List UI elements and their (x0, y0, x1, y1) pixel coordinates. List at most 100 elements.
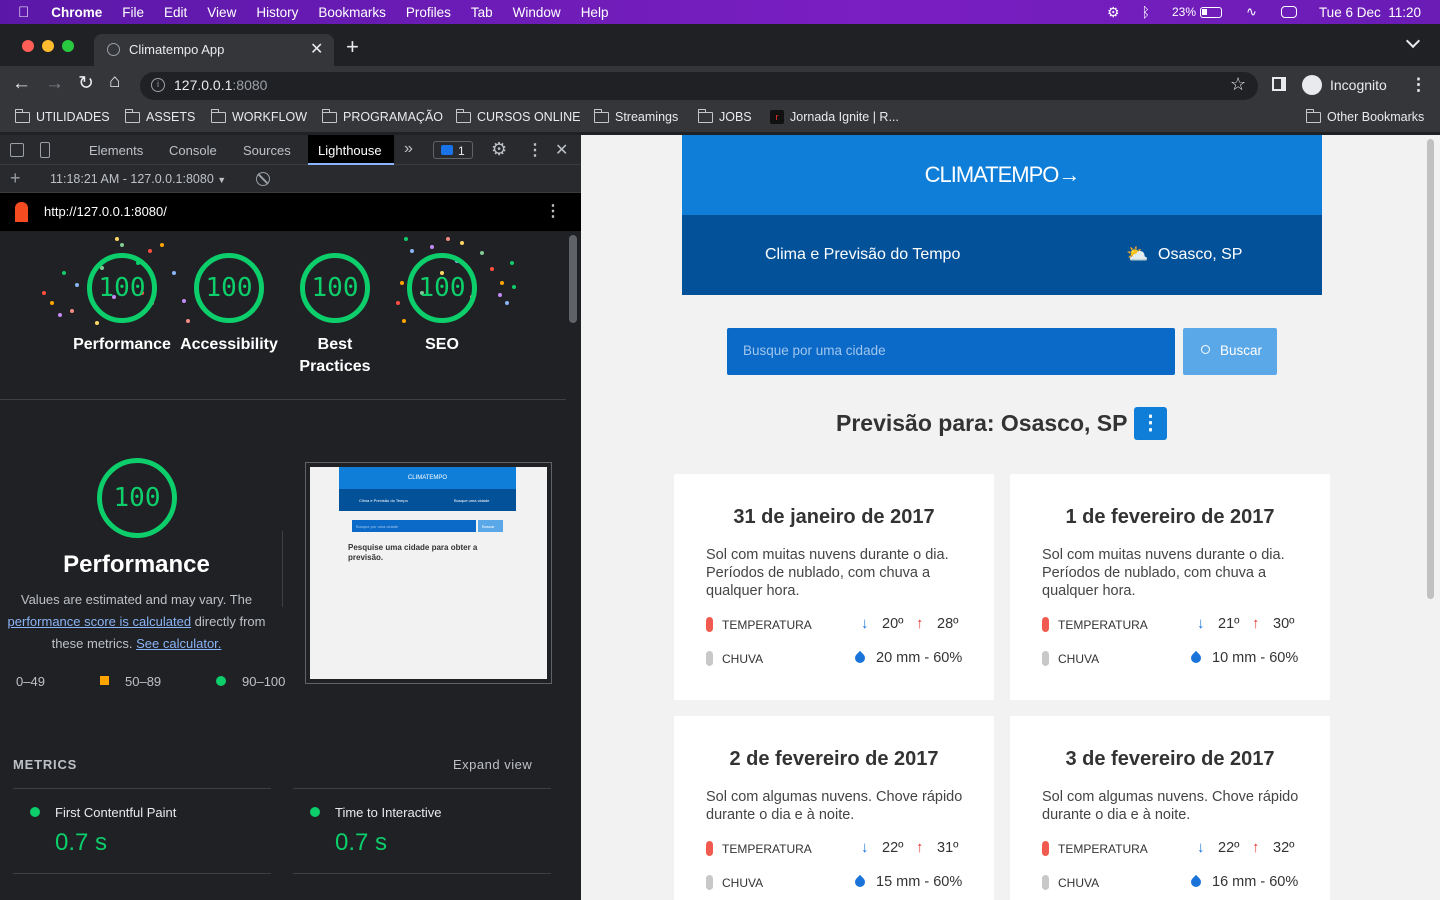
confetti-dot (70, 309, 74, 313)
close-window-button[interactable] (22, 40, 34, 52)
menu-view[interactable]: View (207, 5, 236, 20)
devtools-tab-sources[interactable]: Sources (243, 143, 291, 158)
zoom-window-button[interactable] (62, 40, 74, 52)
profile-label[interactable]: Incognito (1330, 77, 1387, 93)
report-selector[interactable]: 11:18:21 AM - 127.0.0.1:8080 ▼ (50, 172, 226, 186)
incognito-avatar-icon[interactable] (1302, 75, 1322, 95)
chrome-menu-icon[interactable]: ⋮ (1410, 75, 1427, 95)
menu-profiles[interactable]: Profiles (406, 5, 451, 20)
thumb-header: CLIMATEMPO (339, 467, 516, 489)
report-url[interactable]: http://127.0.0.1:8080/ (44, 204, 167, 219)
nav-title[interactable]: Clima e Previsão do Tempo (765, 246, 960, 264)
url-host: 127.0.0.1 (174, 77, 233, 93)
bookmark-folder[interactable]: Streamings (593, 108, 678, 124)
desc-text: Values are estimated and may vary. The (20, 592, 253, 607)
rain-indicator (1042, 875, 1049, 890)
climatempo-logo[interactable]: CLIMATEMPO→ (682, 162, 1322, 188)
gauge-best-practices[interactable]: 100 (300, 253, 370, 323)
bookmark-folder[interactable]: ASSETS (124, 108, 195, 124)
bookmark-folder[interactable]: UTILIDADES (14, 108, 110, 124)
menu-window[interactable]: Window (513, 5, 561, 20)
apple-icon[interactable]:  (18, 4, 29, 21)
menubar-app-name[interactable]: Chrome (51, 5, 102, 20)
menu-edit[interactable]: Edit (164, 5, 187, 20)
more-tabs-icon[interactable]: » (404, 140, 413, 158)
devtools-tab-elements[interactable]: Elements (89, 143, 143, 158)
bluetooth-icon[interactable]: ᛒ (1142, 4, 1150, 20)
more-options-button[interactable]: ⋮ (1134, 407, 1167, 440)
gauge-performance[interactable]: 100 (87, 253, 157, 323)
expand-view-button[interactable]: Expand view (453, 757, 532, 772)
bookmark-folder[interactable]: JOBS (697, 108, 752, 124)
menu-help[interactable]: Help (581, 5, 609, 20)
browser-tab-active[interactable]: Climatempo App ✕ (94, 34, 334, 66)
forward-icon[interactable]: → (45, 73, 64, 95)
bookmark-link[interactable]: r Jornada Ignite | R... (770, 110, 899, 124)
gauge-seo[interactable]: 100 (407, 253, 477, 323)
bookmark-label: PROGRAMAÇÃO (343, 110, 444, 124)
close-tab-icon[interactable]: ✕ (310, 39, 323, 59)
bookmark-folder[interactable]: WORKFLOW (210, 108, 307, 124)
menu-history[interactable]: History (256, 5, 298, 20)
bookmark-folder[interactable]: Other Bookmarks (1305, 108, 1424, 124)
battery-percent[interactable]: 23% (1172, 5, 1196, 19)
folder-icon (14, 108, 30, 123)
rain-indicator (706, 875, 713, 890)
device-toolbar-icon[interactable] (40, 142, 50, 158)
wifi-off-icon[interactable]: ∿ (1246, 4, 1257, 20)
see-calculator-link[interactable]: See calculator. (136, 636, 221, 651)
menubar-clock[interactable]: Tue 6 Dec 11:20 (1319, 5, 1421, 20)
final-screenshot-frame[interactable]: CLIMATEMPO Clima e Previsão do Tempo Bus… (305, 462, 552, 684)
gauge-accessibility[interactable]: 100 (194, 253, 264, 323)
menu-tab[interactable]: Tab (471, 5, 493, 20)
address-bar[interactable]: i 127.0.0.1:8080 ☆ (140, 72, 1258, 100)
menu-file[interactable]: File (122, 5, 144, 20)
control-center-icon[interactable] (1280, 6, 1297, 18)
new-report-icon[interactable]: + (10, 168, 21, 189)
home-icon[interactable]: ⌂ (109, 71, 120, 93)
tab-title: Climatempo App (129, 42, 225, 57)
back-icon[interactable]: ← (12, 73, 31, 95)
rain-row: CHUVA 20 mm - 60% (706, 649, 966, 669)
devtools-tab-lighthouse[interactable]: Lighthouse (308, 135, 394, 165)
devtools-tab-console[interactable]: Console (169, 143, 217, 158)
minimize-window-button[interactable] (42, 40, 54, 52)
report-menu-icon[interactable]: ⋮ (545, 201, 561, 221)
clear-reports-icon[interactable] (256, 172, 270, 186)
scrollbar-thumb[interactable] (1427, 139, 1434, 599)
devtools-scrollbar[interactable] (566, 231, 581, 900)
close-devtools-icon[interactable]: ✕ (555, 140, 568, 160)
logo-text: CLIMATEMPO (924, 162, 1060, 187)
battery-icon[interactable] (1200, 6, 1223, 18)
split-view-icon[interactable] (1272, 77, 1286, 91)
site-info-icon[interactable]: i (151, 78, 165, 92)
lighthouse-logo-icon (15, 202, 28, 222)
bookmark-folder[interactable]: CURSOS ONLINE (455, 108, 581, 124)
city-search-input[interactable]: Busque por uma cidade (727, 328, 1175, 375)
gauge-label: Performance (73, 336, 171, 353)
temp-min: 22º (882, 840, 904, 856)
page-scrollbar[interactable] (1422, 135, 1440, 900)
nav-city[interactable]: Osasco, SP (1158, 246, 1242, 264)
bookmark-label: JOBS (719, 110, 752, 124)
confetti-dot (186, 319, 190, 323)
thumb-search: Busque por uma cidade (352, 520, 476, 532)
bookmark-star-icon[interactable]: ☆ (1230, 74, 1246, 95)
confetti-dot (160, 243, 164, 247)
thumb-logo: CLIMATEMPO (407, 475, 448, 481)
menu-bookmarks[interactable]: Bookmarks (318, 5, 386, 20)
extension-status-icon[interactable]: ⚙ (1107, 4, 1120, 21)
devtools-menu-icon[interactable]: ⋮ (527, 140, 543, 160)
bookmark-folder[interactable]: PROGRAMAÇÃO (321, 108, 444, 124)
issues-badge[interactable]: 1 (433, 141, 473, 159)
arrow-down-icon: ↓ (1197, 839, 1205, 856)
scrollbar-thumb[interactable] (569, 235, 577, 323)
search-button[interactable]: Buscar (1183, 328, 1277, 375)
settings-gear-icon[interactable]: ⚙ (491, 139, 507, 160)
reload-icon[interactable]: ↻ (78, 72, 94, 95)
new-tab-button[interactable]: + (346, 34, 359, 60)
inspect-element-icon[interactable] (10, 143, 24, 157)
score-calculated-link[interactable]: performance score is calculated (8, 614, 192, 629)
temperature-indicator (706, 617, 713, 632)
tab-search-chevron-icon[interactable] (1405, 33, 1421, 49)
